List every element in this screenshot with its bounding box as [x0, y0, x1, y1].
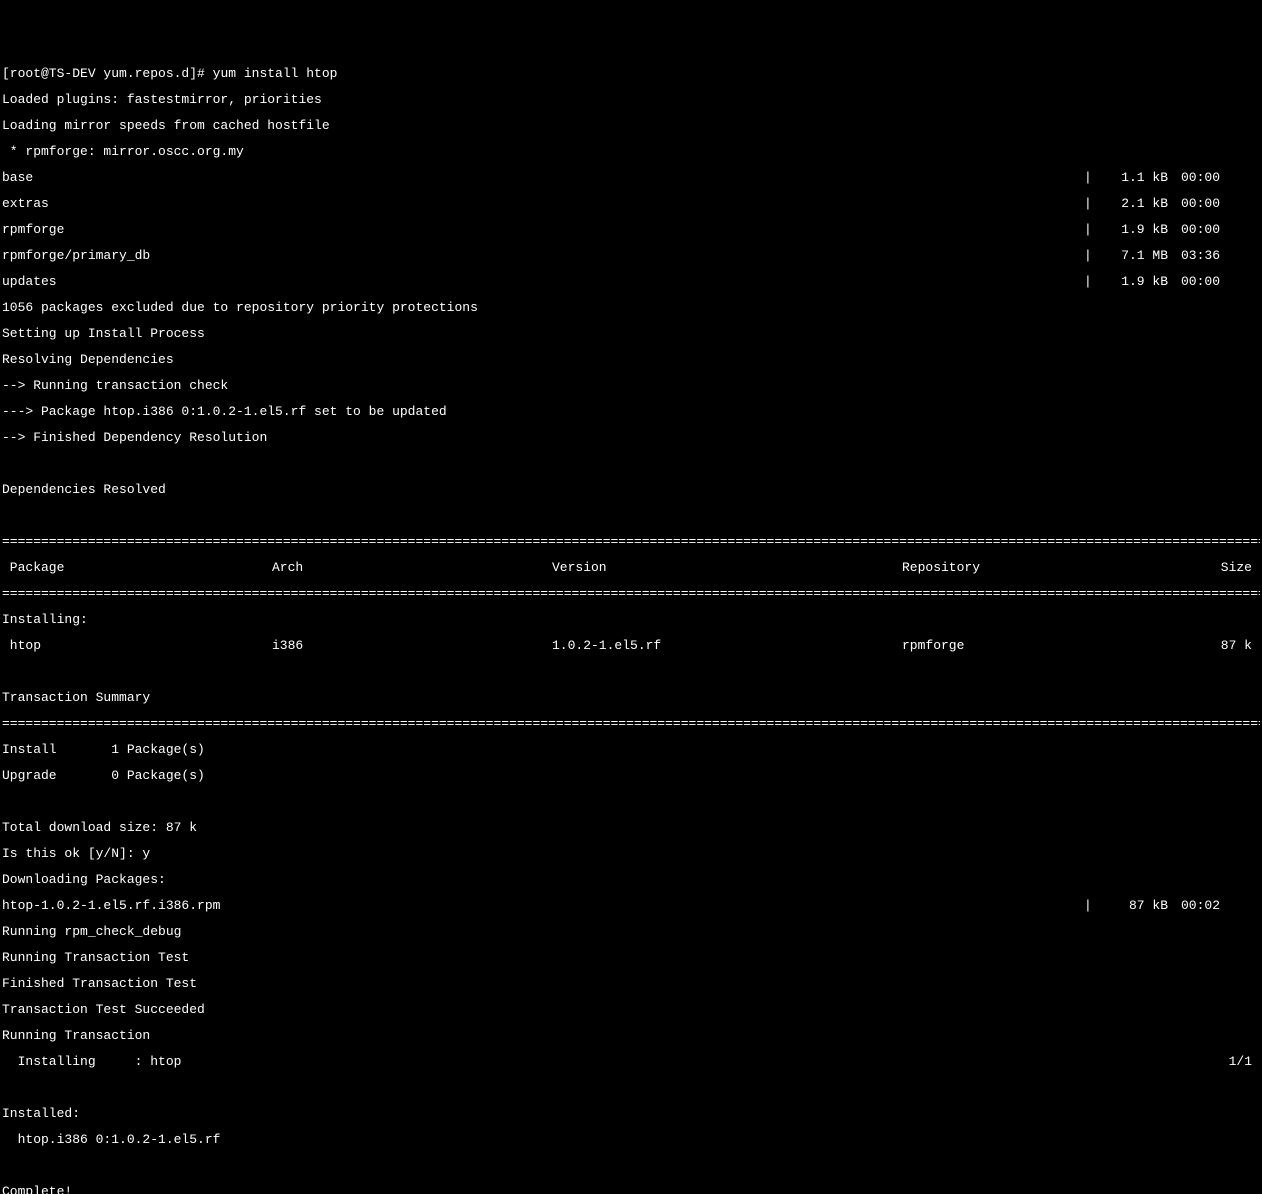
repo-name: rpmforge/primary_db [2, 249, 1084, 262]
installed-label: Installed: [2, 1107, 1260, 1120]
repo-size: 1.1 kB [1102, 171, 1168, 184]
repo-line: base|1.1 kB00:00 [2, 171, 1260, 184]
cell-package: htop [2, 639, 272, 652]
repo-name: rpmforge [2, 223, 1084, 236]
col-version: Version [552, 561, 902, 574]
col-repository: Repository [902, 561, 1192, 574]
blank-line [2, 1081, 1260, 1094]
install-count-line: Install 1 Package(s) [2, 743, 1260, 756]
blank-line [2, 665, 1260, 678]
dl-size: 87 kB [1102, 899, 1168, 912]
shell-prompt-line: [root@TS-DEV yum.repos.d]# yum install h… [2, 67, 1260, 80]
repo-time: 00:00 [1168, 223, 1260, 236]
dl-time: 00:02 [1168, 899, 1260, 912]
progress-count: 1/1 [1229, 1055, 1260, 1068]
repo-size: 2.1 kB [1102, 197, 1168, 210]
cell-version: 1.0.2-1.el5.rf [552, 639, 902, 652]
repo-sep: | [1084, 275, 1102, 288]
terminal-output: [root@TS-DEV yum.repos.d]# yum install h… [2, 54, 1260, 1194]
repo-size: 7.1 MB [1102, 249, 1168, 262]
cell-size: 87 k [1192, 639, 1260, 652]
output-line: Resolving Dependencies [2, 353, 1260, 366]
output-line: Loaded plugins: fastestmirror, prioritie… [2, 93, 1260, 106]
output-line: Loading mirror speeds from cached hostfi… [2, 119, 1260, 132]
blank-line [2, 1159, 1260, 1172]
cell-repository: rpmforge [902, 639, 1192, 652]
separator-line: ========================================… [2, 587, 1260, 600]
separator-line: ========================================… [2, 535, 1260, 548]
output-line: --> Running transaction check [2, 379, 1260, 392]
output-line: Transaction Test Succeeded [2, 1003, 1260, 1016]
progress-line: Installing : htop1/1 [2, 1055, 1260, 1068]
shell-command: yum install htop [213, 66, 338, 81]
output-line: Running Transaction [2, 1029, 1260, 1042]
repo-size: 1.9 kB [1102, 223, 1168, 236]
repo-sep: | [1084, 197, 1102, 210]
output-line: * rpmforge: mirror.oscc.org.my [2, 145, 1260, 158]
col-package: Package [2, 561, 272, 574]
table-header: PackageArchVersionRepositorySize [2, 561, 1260, 574]
repo-sep: | [1084, 223, 1102, 236]
repo-sep: | [1084, 249, 1102, 262]
repo-time: 03:36 [1168, 249, 1260, 262]
output-line: --> Finished Dependency Resolution [2, 431, 1260, 444]
upgrade-count-line: Upgrade 0 Package(s) [2, 769, 1260, 782]
repo-time: 00:00 [1168, 197, 1260, 210]
dl-filename: htop-1.0.2-1.el5.rf.i386.rpm [2, 899, 1084, 912]
shell-prompt: [root@TS-DEV yum.repos.d]# [2, 66, 213, 81]
output-line: Setting up Install Process [2, 327, 1260, 340]
downloading-label: Downloading Packages: [2, 873, 1260, 886]
installed-package: htop.i386 0:1.0.2-1.el5.rf [2, 1133, 1260, 1146]
repo-time: 00:00 [1168, 275, 1260, 288]
total-download-line: Total download size: 87 k [2, 821, 1260, 834]
output-line: ---> Package htop.i386 0:1.0.2-1.el5.rf … [2, 405, 1260, 418]
download-row: htop-1.0.2-1.el5.rf.i386.rpm|87 kB00:02 [2, 899, 1260, 912]
repo-line: rpmforge/primary_db|7.1 MB03:36 [2, 249, 1260, 262]
repo-line: updates|1.9 kB00:00 [2, 275, 1260, 288]
repo-name: extras [2, 197, 1084, 210]
separator-line: ========================================… [2, 717, 1260, 730]
table-row: htopi3861.0.2-1.el5.rfrpmforge87 k [2, 639, 1260, 652]
output-line [2, 457, 1260, 470]
progress-label: Installing : htop [2, 1055, 1229, 1068]
repo-sep: | [1084, 171, 1102, 184]
col-size: Size [1192, 561, 1260, 574]
cell-arch: i386 [272, 639, 552, 652]
dl-sep: | [1084, 899, 1102, 912]
output-line: 1056 packages excluded due to repository… [2, 301, 1260, 314]
installing-label: Installing: [2, 613, 1260, 626]
repo-name: updates [2, 275, 1084, 288]
col-arch: Arch [272, 561, 552, 574]
repo-size: 1.9 kB [1102, 275, 1168, 288]
repo-line: rpmforge|1.9 kB00:00 [2, 223, 1260, 236]
output-line: Running rpm_check_debug [2, 925, 1260, 938]
blank-line [2, 795, 1260, 808]
output-line [2, 509, 1260, 522]
output-line: Dependencies Resolved [2, 483, 1260, 496]
complete-label: Complete! [2, 1185, 1260, 1194]
repo-line: extras|2.1 kB00:00 [2, 197, 1260, 210]
confirm-prompt: Is this ok [y/N]: y [2, 847, 1260, 860]
output-line: Finished Transaction Test [2, 977, 1260, 990]
repo-name: base [2, 171, 1084, 184]
output-line: Running Transaction Test [2, 951, 1260, 964]
transaction-summary-label: Transaction Summary [2, 691, 1260, 704]
repo-time: 00:00 [1168, 171, 1260, 184]
